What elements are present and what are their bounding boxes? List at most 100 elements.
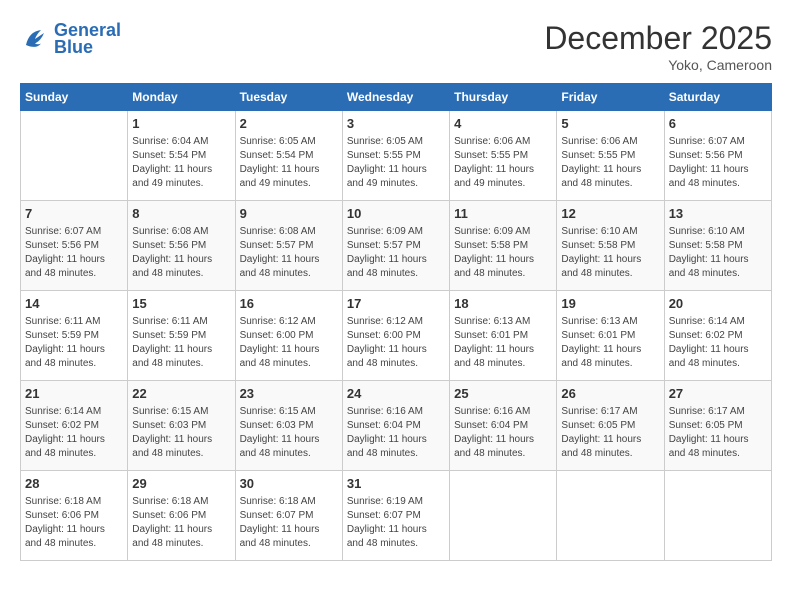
- calendar-cell: 31 Sunrise: 6:19 AMSunset: 6:07 PMDayligh…: [342, 471, 449, 561]
- day-number: 13: [669, 205, 767, 223]
- day-info: Sunrise: 6:18 AMSunset: 6:06 PMDaylight:…: [132, 495, 230, 551]
- calendar-cell: 9Sunrise: 6:08 AMSunset: 5:57 PMDaylight…: [235, 201, 342, 291]
- calendar-cell: 22Sunrise: 6:15 AMSunset: 6:03 PMDayligh…: [128, 381, 235, 471]
- calendar-cell: 15 Sunrise: 6:11 AMSunset: 5:59 PMDayligh…: [128, 291, 235, 381]
- day-number: 23: [240, 385, 338, 403]
- header-monday: Monday: [128, 84, 235, 111]
- calendar-cell: 20Sunrise: 6:14 AMSunset: 6:02 PMDayligh…: [664, 291, 771, 381]
- day-info: Sunrise: 6:10 AMSunset: 5:58 PMDaylight:…: [669, 225, 767, 281]
- calendar-cell: 19 Sunrise: 6:13 AMSunset: 6:01 PMDayligh…: [557, 291, 664, 381]
- day-info: Sunrise: 6:07 AMSunset: 5:56 PMDaylight:…: [669, 135, 767, 191]
- day-info: Sunrise: 6:16 AMSunset: 6:04 PMDaylight:…: [347, 405, 445, 461]
- calendar-cell: 12 Sunrise: 6:10 AMSunset: 5:58 PMDayligh…: [557, 201, 664, 291]
- day-info: Sunrise: 6:08 AMSunset: 5:56 PMDaylight:…: [132, 225, 230, 281]
- calendar-cell: [450, 471, 557, 561]
- day-info: Sunrise: 6:05 AMSunset: 5:54 PMDaylight:…: [240, 135, 338, 191]
- calendar-table: SundayMondayTuesdayWednesdayThursdayFrid…: [20, 83, 772, 561]
- calendar-cell: 17Sunrise: 6:12 AMSunset: 6:00 PMDayligh…: [342, 291, 449, 381]
- day-number: 11: [454, 205, 552, 223]
- day-number: 27: [669, 385, 767, 403]
- day-info: Sunrise: 6:09 AMSunset: 5:57 PMDaylight:…: [347, 225, 445, 281]
- day-number: 29: [132, 475, 230, 493]
- day-info: Sunrise: 6:17 AMSunset: 6:05 PMDaylight:…: [561, 405, 659, 461]
- calendar-cell: 29 Sunrise: 6:18 AMSunset: 6:06 PMDayligh…: [128, 471, 235, 561]
- day-info: Sunrise: 6:18 AMSunset: 6:06 PMDaylight:…: [25, 495, 123, 551]
- day-number: 20: [669, 295, 767, 313]
- day-info: Sunrise: 6:19 AMSunset: 6:07 PMDaylight:…: [347, 495, 445, 551]
- calendar-cell: 8 Sunrise: 6:08 AMSunset: 5:56 PMDaylight…: [128, 201, 235, 291]
- day-number: 15: [132, 295, 230, 313]
- day-number: 18: [454, 295, 552, 313]
- calendar-week-4: 21 Sunrise: 6:14 AMSunset: 6:02 PMDayligh…: [21, 381, 772, 471]
- day-info: Sunrise: 6:15 AMSunset: 6:03 PMDaylight:…: [132, 405, 230, 461]
- day-number: 16: [240, 295, 338, 313]
- calendar-cell: 7 Sunrise: 6:07 AMSunset: 5:56 PMDaylight…: [21, 201, 128, 291]
- calendar-week-3: 14 Sunrise: 6:11 AMSunset: 5:59 PMDayligh…: [21, 291, 772, 381]
- header-wednesday: Wednesday: [342, 84, 449, 111]
- day-number: 21: [25, 385, 123, 403]
- day-info: Sunrise: 6:05 AMSunset: 5:55 PMDaylight:…: [347, 135, 445, 191]
- day-info: Sunrise: 6:11 AMSunset: 5:59 PMDaylight:…: [132, 315, 230, 371]
- day-number: 8: [132, 205, 230, 223]
- day-info: Sunrise: 6:11 AMSunset: 5:59 PMDaylight:…: [25, 315, 123, 371]
- day-number: 7: [25, 205, 123, 223]
- calendar-cell: 4 Sunrise: 6:06 AMSunset: 5:55 PMDaylight…: [450, 111, 557, 201]
- day-number: 17: [347, 295, 445, 313]
- header-sunday: Sunday: [21, 84, 128, 111]
- calendar-cell: 3 Sunrise: 6:05 AMSunset: 5:55 PMDaylight…: [342, 111, 449, 201]
- calendar-cell: [557, 471, 664, 561]
- header-tuesday: Tuesday: [235, 84, 342, 111]
- logo: General Blue: [20, 20, 121, 58]
- calendar-cell: 14 Sunrise: 6:11 AMSunset: 5:59 PMDayligh…: [21, 291, 128, 381]
- header-friday: Friday: [557, 84, 664, 111]
- day-info: Sunrise: 6:15 AMSunset: 6:03 PMDaylight:…: [240, 405, 338, 461]
- day-number: 14: [25, 295, 123, 313]
- day-info: Sunrise: 6:13 AMSunset: 6:01 PMDaylight:…: [561, 315, 659, 371]
- calendar-cell: 16 Sunrise: 6:12 AMSunset: 6:00 PMDayligh…: [235, 291, 342, 381]
- calendar-cell: 27 Sunrise: 6:17 AMSunset: 6:05 PMDayligh…: [664, 381, 771, 471]
- page-header: General Blue December 2025 Yoko, Cameroo…: [20, 20, 772, 73]
- day-info: Sunrise: 6:13 AMSunset: 6:01 PMDaylight:…: [454, 315, 552, 371]
- calendar-cell: 21 Sunrise: 6:14 AMSunset: 6:02 PMDayligh…: [21, 381, 128, 471]
- day-number: 4: [454, 115, 552, 133]
- day-info: Sunrise: 6:07 AMSunset: 5:56 PMDaylight:…: [25, 225, 123, 281]
- calendar-cell: [664, 471, 771, 561]
- header-saturday: Saturday: [664, 84, 771, 111]
- calendar-cell: 5 Sunrise: 6:06 AMSunset: 5:55 PMDaylight…: [557, 111, 664, 201]
- calendar-cell: 25Sunrise: 6:16 AMSunset: 6:04 PMDayligh…: [450, 381, 557, 471]
- title-block: December 2025 Yoko, Cameroon: [544, 20, 772, 73]
- day-number: 6: [669, 115, 767, 133]
- calendar-week-5: 28 Sunrise: 6:18 AMSunset: 6:06 PMDayligh…: [21, 471, 772, 561]
- day-info: Sunrise: 6:14 AMSunset: 6:02 PMDaylight:…: [25, 405, 123, 461]
- day-number: 5: [561, 115, 659, 133]
- calendar-cell: 11 Sunrise: 6:09 AMSunset: 5:58 PMDayligh…: [450, 201, 557, 291]
- month-title: December 2025: [544, 20, 772, 57]
- day-number: 19: [561, 295, 659, 313]
- day-info: Sunrise: 6:17 AMSunset: 6:05 PMDaylight:…: [669, 405, 767, 461]
- day-number: 2: [240, 115, 338, 133]
- day-number: 28: [25, 475, 123, 493]
- calendar-cell: 18 Sunrise: 6:13 AMSunset: 6:01 PMDayligh…: [450, 291, 557, 381]
- day-number: 12: [561, 205, 659, 223]
- calendar-cell: 28 Sunrise: 6:18 AMSunset: 6:06 PMDayligh…: [21, 471, 128, 561]
- day-info: Sunrise: 6:12 AMSunset: 6:00 PMDaylight:…: [240, 315, 338, 371]
- calendar-cell: 13 Sunrise: 6:10 AMSunset: 5:58 PMDayligh…: [664, 201, 771, 291]
- day-info: Sunrise: 6:06 AMSunset: 5:55 PMDaylight:…: [561, 135, 659, 191]
- day-number: 24: [347, 385, 445, 403]
- location-subtitle: Yoko, Cameroon: [544, 57, 772, 73]
- day-info: Sunrise: 6:06 AMSunset: 5:55 PMDaylight:…: [454, 135, 552, 191]
- calendar-cell: [21, 111, 128, 201]
- day-info: Sunrise: 6:18 AMSunset: 6:07 PMDaylight:…: [240, 495, 338, 551]
- day-number: 10: [347, 205, 445, 223]
- day-info: Sunrise: 6:09 AMSunset: 5:58 PMDaylight:…: [454, 225, 552, 281]
- day-info: Sunrise: 6:08 AMSunset: 5:57 PMDaylight:…: [240, 225, 338, 281]
- day-info: Sunrise: 6:04 AMSunset: 5:54 PMDaylight:…: [132, 135, 230, 191]
- calendar-cell: 24 Sunrise: 6:16 AMSunset: 6:04 PMDayligh…: [342, 381, 449, 471]
- day-info: Sunrise: 6:10 AMSunset: 5:58 PMDaylight:…: [561, 225, 659, 281]
- calendar-cell: 23 Sunrise: 6:15 AMSunset: 6:03 PMDayligh…: [235, 381, 342, 471]
- day-number: 31: [347, 475, 445, 493]
- day-number: 3: [347, 115, 445, 133]
- calendar-week-2: 7 Sunrise: 6:07 AMSunset: 5:56 PMDaylight…: [21, 201, 772, 291]
- calendar-header-row: SundayMondayTuesdayWednesdayThursdayFrid…: [21, 84, 772, 111]
- logo-text: General Blue: [54, 20, 121, 58]
